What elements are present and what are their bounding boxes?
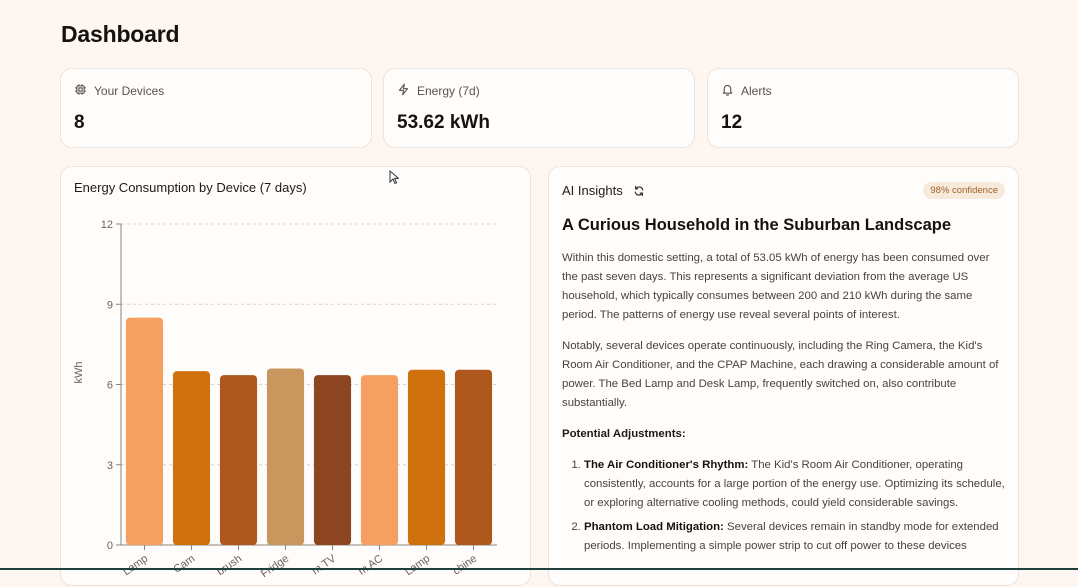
insights-paragraph: Notably, several devices operate continu…: [562, 340, 999, 409]
stat-value: 12: [721, 112, 743, 133]
insights-card: AI Insights 98% confidence A Curious Hou…: [548, 166, 1019, 586]
chart-bar: [172, 371, 211, 545]
stat-label: Energy (7d): [417, 84, 480, 98]
y-tick-label: 3: [107, 460, 113, 472]
chart-card: Energy Consumption by Device (7 days) 03…: [60, 166, 531, 586]
y-tick-label: 0: [107, 540, 113, 552]
x-tick-label: m AC: [356, 553, 385, 578]
chart-bar: [219, 375, 258, 545]
confidence-badge: 98% confidence: [923, 182, 1005, 199]
list-item: The Air Conditioner's Rhythm: The Kid's …: [584, 456, 1007, 513]
y-axis-label: kWh: [73, 362, 85, 384]
chart-bar: [266, 368, 305, 545]
stat-card-devices: Your Devices 8: [60, 68, 372, 148]
chip-icon: [74, 83, 87, 99]
list-item-title: The Air Conditioner's Rhythm:: [584, 459, 749, 471]
adjustments-list: The Air Conditioner's Rhythm: The Kid's …: [562, 456, 1007, 556]
lightning-icon: [397, 83, 410, 99]
chart-bar: [407, 369, 446, 545]
y-tick-label: 9: [107, 299, 113, 311]
stat-label: Your Devices: [94, 84, 165, 98]
chart-bar: [360, 375, 399, 545]
list-item-title: Phantom Load Mitigation:: [584, 521, 724, 533]
insights-title: A Curious Household in the Suburban Land…: [562, 216, 951, 234]
x-tick-label: Lamp: [121, 553, 150, 579]
chart-bar: [313, 375, 352, 545]
y-tick-label: 6: [107, 380, 113, 392]
y-tick-label: 12: [101, 219, 113, 231]
energy-bar-chart: 036912kWhLamp Cam brush Fridge m TV m AC Lamp c…: [73, 219, 497, 581]
stat-label: Alerts: [741, 84, 772, 98]
insights-header: AI Insights: [562, 183, 623, 198]
x-tick-label: Cam: [171, 553, 197, 576]
mouse-cursor-icon: [389, 170, 399, 185]
x-tick-label: Fridge: [259, 553, 291, 581]
bell-icon: [721, 83, 734, 99]
insights-subheading: Potential Adjustments:: [562, 428, 686, 440]
x-tick-label: brush: [215, 553, 244, 579]
insights-body: Within this domestic setting, a total of…: [562, 249, 1007, 561]
stat-value: 8: [74, 112, 85, 133]
stat-card-energy: Energy (7d) 53.62 kWh: [383, 68, 695, 148]
refresh-icon[interactable]: [633, 185, 645, 197]
insights-paragraph: Within this domestic setting, a total of…: [562, 252, 990, 321]
stat-value: 53.62 kWh: [397, 112, 490, 133]
x-tick-label: Lamp: [403, 553, 432, 579]
chart-bar: [125, 317, 164, 545]
list-item: Phantom Load Mitigation: Several devices…: [584, 518, 1007, 556]
x-tick-label: chine: [451, 553, 479, 578]
stat-card-alerts: Alerts 12: [707, 68, 1019, 148]
page-title: Dashboard: [61, 21, 180, 47]
x-tick-label: m TV: [310, 552, 339, 577]
chart-bar: [454, 369, 493, 545]
